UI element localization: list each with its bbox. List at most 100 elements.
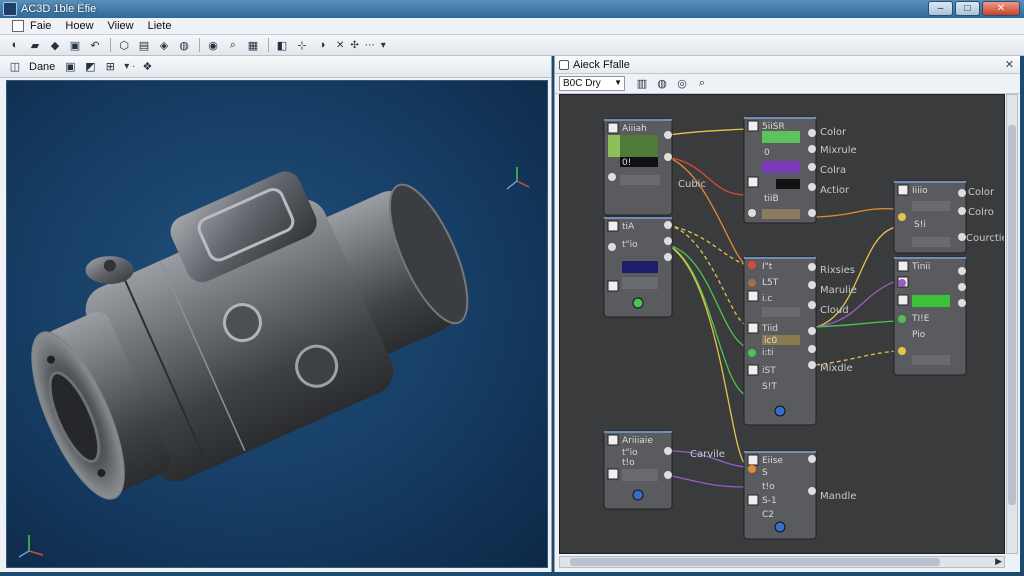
svg-text:Eiise: Eiise xyxy=(762,456,783,466)
scroll-right-icon[interactable]: ▶ xyxy=(995,556,1002,567)
globe-icon[interactable]: ◍ xyxy=(175,37,193,54)
undo-icon[interactable]: ↶ xyxy=(86,37,104,54)
svg-text:S!T: S!T xyxy=(762,382,777,392)
minimize-button[interactable]: – xyxy=(928,1,953,16)
app-logo-icon xyxy=(3,2,17,16)
render-icon[interactable]: ◧ xyxy=(273,37,291,54)
svg-text:5iiSR: 5iiSR xyxy=(762,122,785,132)
svg-text:tiA: tiA xyxy=(622,222,635,232)
package-icon[interactable]: ▣ xyxy=(66,37,84,54)
box-icon[interactable]: ◆ xyxy=(46,37,64,54)
svg-text:TI!E: TI!E xyxy=(911,314,930,324)
transform-icon[interactable]: ⊹ xyxy=(293,37,311,54)
node-editor-title: Aieck Ffalle xyxy=(573,58,630,71)
title-bar: AC3D 1ble Ëfie – □ ✕ xyxy=(0,0,1024,18)
side-label: Cloud xyxy=(820,305,849,316)
new-object-icon[interactable]: ◐ xyxy=(6,37,24,54)
main-toolbar: ◐ ▰ ◆ ▣ ↶ ⬡ ▤ ◈ ◍ ◉ ⌕ ▦ ◧ ⊹ ◑ ✕ ✣ ⋯ ▾ xyxy=(0,35,1024,56)
node-card: Tinii TI!E Pio xyxy=(893,256,967,376)
options-icon[interactable]: ▾ · xyxy=(124,61,135,72)
select-icon[interactable]: ⬡ xyxy=(115,37,133,54)
side-label: Color xyxy=(820,127,847,138)
window-controls: – □ ✕ xyxy=(928,1,1020,16)
chevron-down-icon[interactable]: ▾ xyxy=(381,40,386,51)
graph-dropdown[interactable]: B0C Dry ▼ xyxy=(559,76,625,91)
side-label: Marulie xyxy=(820,285,857,296)
node-card: Iiiio S!i xyxy=(893,180,967,254)
document-icon[interactable] xyxy=(12,20,24,32)
svg-text:Tiid: Tiid xyxy=(761,324,778,334)
svg-text:I"t: I"t xyxy=(762,262,773,272)
svg-text:t"io: t"io xyxy=(622,448,638,458)
node-graph-canvas[interactable]: Aiiiah 0! tiA t"io Ariiiaie t"io t!o 5ii… xyxy=(559,94,1005,554)
grid-icon[interactable]: ▦ xyxy=(244,37,262,54)
node-card: Ariiiaie t"io t!o xyxy=(603,430,673,510)
node-card: 5iiSR 0 tiiB xyxy=(743,116,817,224)
vertical-scroll-thumb[interactable] xyxy=(1008,125,1016,505)
open-folder-icon[interactable]: ▰ xyxy=(26,37,44,54)
node-card: Eiise S t!o S-1 C2 xyxy=(743,450,817,540)
svg-text:Iiiio: Iiiio xyxy=(912,186,928,196)
window-title: AC3D 1ble Ëfie xyxy=(21,3,97,15)
menu-view[interactable]: Viiew xyxy=(108,20,134,32)
panel-close-icon[interactable]: ✕ xyxy=(1005,58,1014,71)
node-link-icon[interactable]: ◎ xyxy=(673,75,691,92)
shading-icon[interactable]: ◩ xyxy=(81,58,99,75)
node-search-icon[interactable]: ⌕ xyxy=(693,75,711,92)
horizontal-scroll-thumb[interactable] xyxy=(570,558,940,566)
side-label: Colra xyxy=(820,165,846,176)
camera-icon[interactable]: ▣ xyxy=(61,58,79,75)
view-label[interactable]: Dane xyxy=(29,61,55,73)
close-button[interactable]: ✕ xyxy=(982,1,1020,16)
side-label: Actior xyxy=(820,185,850,196)
sphere-icon[interactable]: ◉ xyxy=(204,37,222,54)
svg-text:L5T: L5T xyxy=(762,278,779,288)
menu-home[interactable]: Hoew xyxy=(65,20,93,32)
light-icon[interactable]: ◑ xyxy=(313,37,331,54)
cross-icon[interactable]: ✕ xyxy=(336,40,344,51)
svg-text:t!o: t!o xyxy=(622,458,635,468)
node-add-icon[interactable]: ▥ xyxy=(633,75,651,92)
svg-text:S!i: S!i xyxy=(914,220,926,230)
svg-text:i.c: i.c xyxy=(762,294,772,304)
snap-icon[interactable]: ❖ xyxy=(138,58,156,75)
model-render xyxy=(18,167,530,558)
side-label: Courctie xyxy=(966,233,1005,244)
svg-text:0!: 0! xyxy=(622,158,631,168)
side-label: Mandle xyxy=(820,491,856,502)
move-icon[interactable]: ✣ xyxy=(350,40,358,51)
svg-text:C2: C2 xyxy=(762,510,774,520)
node-material-icon[interactable]: ◍ xyxy=(653,75,671,92)
svg-text:tiiB: tiiB xyxy=(764,194,779,204)
svg-text:iST: iST xyxy=(762,366,776,376)
side-label: Rixsies xyxy=(820,265,855,276)
node-editor-panel: Aieck Ffalle ✕ B0C Dry ▼ ▥ ◍ ◎ ⌕ Aiiiah … xyxy=(554,56,1020,572)
maximize-button[interactable]: □ xyxy=(955,1,980,16)
chevron-down-icon: ▼ xyxy=(614,78,622,87)
search-icon[interactable]: ⌕ xyxy=(224,37,242,54)
svg-text:S-1: S-1 xyxy=(762,496,777,506)
vertical-scrollbar[interactable] xyxy=(1006,94,1018,554)
material-icon[interactable]: ◈ xyxy=(155,37,173,54)
panel-icon xyxy=(559,59,569,70)
toolbar-separator xyxy=(268,38,269,52)
side-label: Carvile xyxy=(690,449,725,460)
toolbar-separator xyxy=(110,38,111,52)
horizontal-scrollbar[interactable]: ▶ xyxy=(559,556,1005,568)
svg-text:i:ti: i:ti xyxy=(762,348,774,358)
wireframe-icon[interactable]: ⊞ xyxy=(101,58,119,75)
toolbar-separator xyxy=(199,38,200,52)
svg-text:0: 0 xyxy=(764,148,770,158)
view-mode-icon[interactable]: ◫ xyxy=(6,58,24,75)
menu-lite[interactable]: Liete xyxy=(148,20,172,32)
menu-bar: Faie Hoew Viiew Liete xyxy=(0,18,1024,35)
side-label: Colro xyxy=(968,207,994,218)
side-label: Color xyxy=(968,187,995,198)
3d-viewport[interactable] xyxy=(6,80,548,568)
layers-icon[interactable]: ▤ xyxy=(135,37,153,54)
node-editor-header: Aieck Ffalle ✕ xyxy=(555,56,1020,74)
dots-icon[interactable]: ⋯ xyxy=(365,40,375,51)
viewport-panel: ◫ Dane ▣ ◩ ⊞ ▾ · ❖ xyxy=(0,56,552,572)
menu-file[interactable]: Faie xyxy=(30,20,51,32)
node-editor-toolbar: B0C Dry ▼ ▥ ◍ ◎ ⌕ xyxy=(555,74,1020,94)
